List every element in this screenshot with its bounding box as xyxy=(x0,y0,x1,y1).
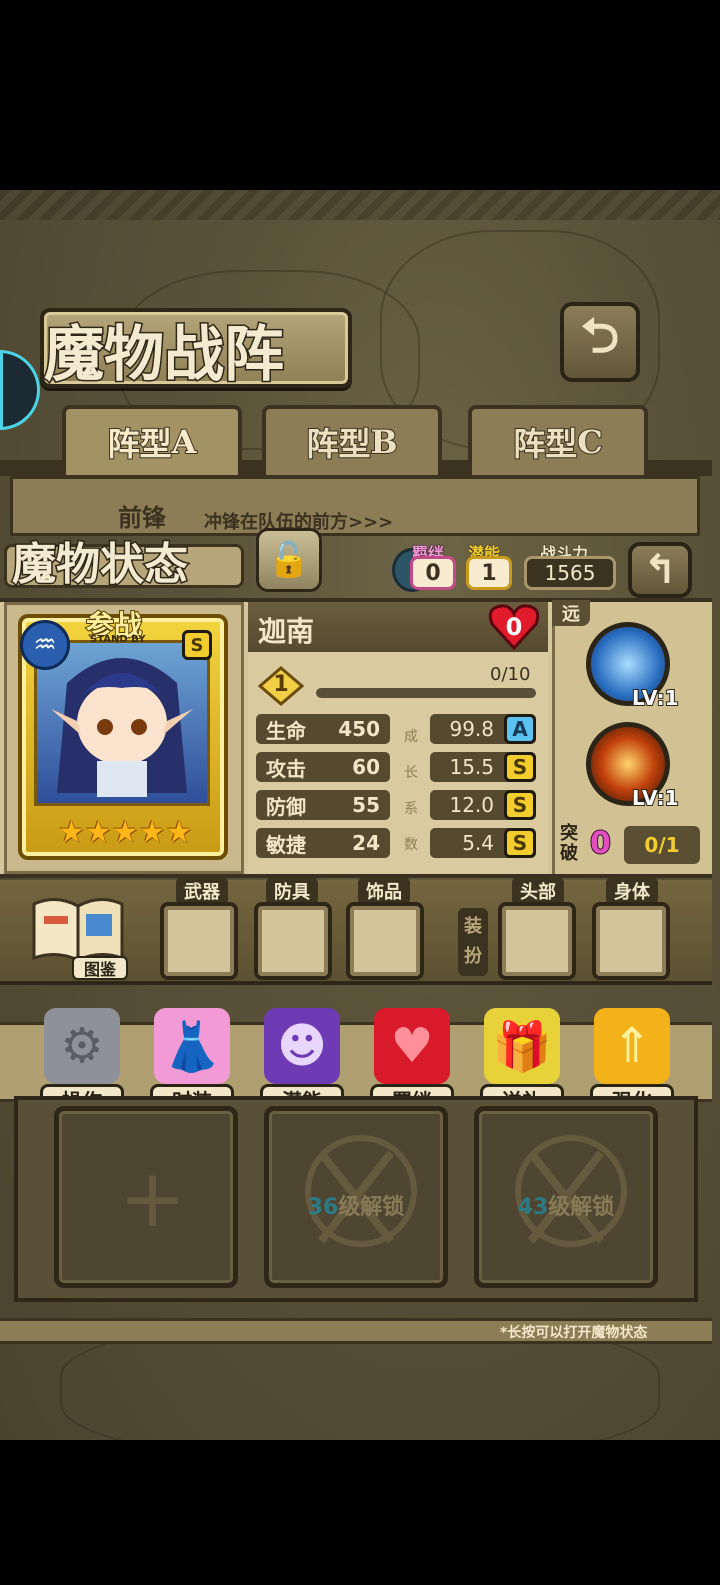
head-slot[interactable] xyxy=(498,902,576,980)
torn-edge-decoration xyxy=(0,190,720,220)
status-title: 魔物状态 xyxy=(11,538,190,592)
body-slot[interactable] xyxy=(592,902,670,980)
back-arrow-icon: ⮌ xyxy=(580,307,620,364)
padlock-icon[interactable]: 🔓 xyxy=(256,528,322,592)
tab-formation-c[interactable]: 阵型 C xyxy=(468,405,648,475)
locked-team-slot: 43级解锁 xyxy=(474,1106,658,1288)
page-title: 魔物战阵 xyxy=(43,319,286,392)
slot-label-head: 头部 xyxy=(512,877,564,905)
potential-value[interactable]: 1 xyxy=(466,556,512,590)
outfit-icon: 👗 xyxy=(154,1008,230,1084)
breakthrough-label: 突破 xyxy=(560,823,578,864)
level-badge: 1 xyxy=(258,666,304,706)
long-press-hint: *长按可以打开魔物状态 xyxy=(500,1325,648,1341)
level-value: 1 xyxy=(273,672,289,697)
back-button[interactable]: ⮌ xyxy=(560,302,640,382)
unlock-text: 36级解锁 xyxy=(307,1195,405,1220)
growth-caption: 数 xyxy=(404,837,418,853)
stat-agility: 敏捷 24 xyxy=(256,828,390,858)
stat-hp: 生命 450 xyxy=(256,714,390,744)
armor-slot[interactable] xyxy=(254,902,332,980)
exp-bar xyxy=(316,688,536,698)
add-team-slot[interactable]: + xyxy=(54,1106,238,1288)
skill-2-level: LV:1 xyxy=(631,785,680,811)
standby-en-label: STAND BY xyxy=(90,634,146,645)
water-element-icon: ♒ xyxy=(20,620,70,670)
book-icon xyxy=(32,898,124,963)
heart-badge[interactable]: 0 xyxy=(488,604,540,650)
star-rating: ★★★★★ xyxy=(58,814,193,850)
slot-label-weapon: 武器 xyxy=(176,877,228,905)
stat-defense: 防御 55 xyxy=(256,790,390,820)
growth-caption: 长 xyxy=(404,765,418,781)
power-value: 1565 xyxy=(524,556,616,590)
growth-caption: 成 xyxy=(404,729,418,745)
weapon-slot[interactable] xyxy=(160,902,238,980)
slot-label-body: 身体 xyxy=(606,877,658,905)
return-button[interactable]: ↰ xyxy=(628,542,692,598)
growth-caption: 系 xyxy=(404,801,418,817)
slot-label-armor: 防具 xyxy=(266,877,318,905)
encyclopedia-label: 图鉴 xyxy=(72,956,128,980)
plus-icon: + xyxy=(119,1152,187,1245)
dress-label: 装扮 xyxy=(458,908,488,976)
bond-value[interactable]: 0 xyxy=(410,556,456,590)
grade-hp: A xyxy=(504,714,536,744)
monster-illustration xyxy=(51,658,193,797)
grade-attack: S xyxy=(504,752,536,782)
skill-1-level: LV:1 xyxy=(631,685,680,711)
hearts-icon: ♥ xyxy=(374,1008,450,1084)
stat-attack: 攻击 60 xyxy=(256,752,390,782)
locked-team-slot: 36级解锁 xyxy=(264,1106,448,1288)
tab-formation-a[interactable]: 阵型 A xyxy=(62,405,242,475)
breakthrough-progress: 0/1 xyxy=(624,826,700,864)
demon-icon: ☻ xyxy=(264,1008,340,1084)
grade-defense: S xyxy=(504,790,536,820)
accessory-slot[interactable] xyxy=(346,902,424,980)
slot-label-accessory: 饰品 xyxy=(358,877,410,905)
return-arrow-icon: ↰ xyxy=(643,547,677,593)
monster-portrait xyxy=(34,640,210,806)
unlock-text: 43级解锁 xyxy=(517,1195,615,1220)
encyclopedia-button[interactable]: 图鉴 xyxy=(28,894,128,980)
exp-text: 0/10 xyxy=(490,664,531,685)
range-tag: 远 xyxy=(552,600,590,626)
gift-icon: 🎁 xyxy=(484,1008,560,1084)
gear-icon: ⚙ xyxy=(44,1008,120,1084)
heart-count: 0 xyxy=(505,613,523,641)
upgrade-arrows-icon: ⇑ xyxy=(594,1008,670,1084)
monster-name: 迦南 xyxy=(258,615,315,648)
grade-agility: S xyxy=(504,828,536,858)
breakthrough-count: 0 xyxy=(589,825,612,862)
rank-badge: S xyxy=(182,630,212,660)
tab-formation-b[interactable]: 阵型 B xyxy=(262,405,442,475)
